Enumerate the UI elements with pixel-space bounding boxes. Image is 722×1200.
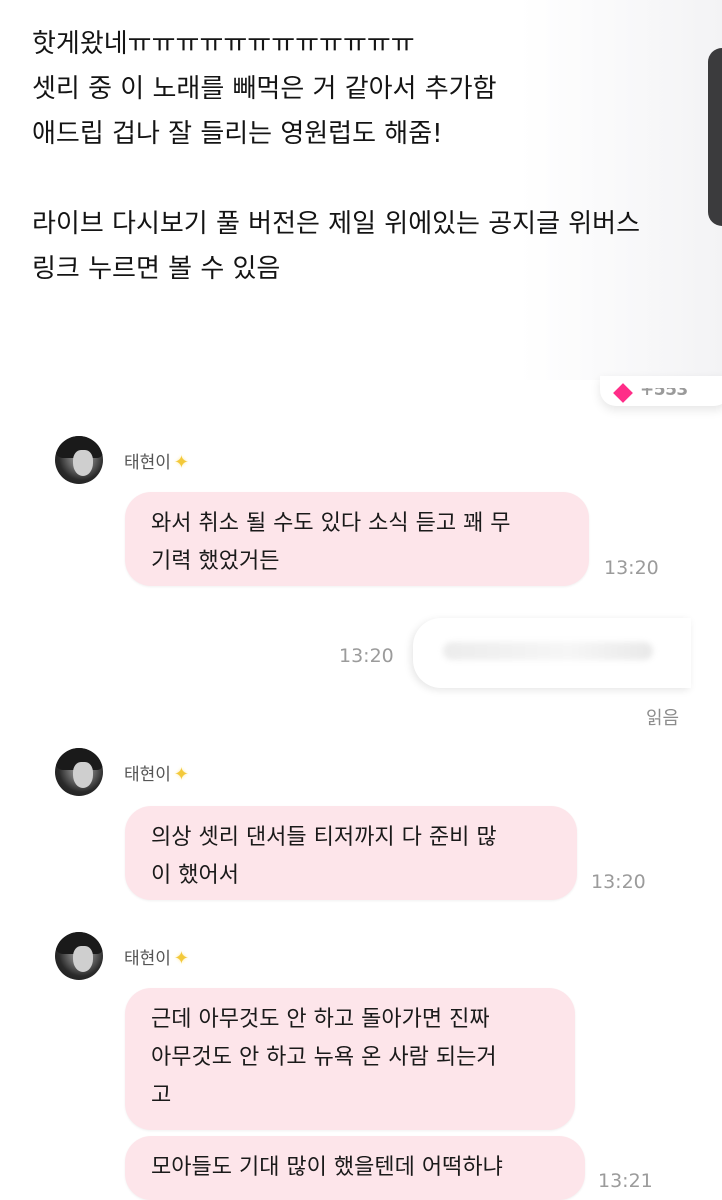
avatar[interactable] [55,748,103,796]
sender-label: 태현이 [124,453,171,473]
message-time: 13:20 [604,557,659,579]
sender-name: 태현이 ✦ [124,448,189,473]
post-line: 링크 누르면 볼 수 있음 [32,254,281,284]
star-icon: ✦ [173,764,190,785]
star-icon: ✦ [173,452,190,473]
avatar-face [73,450,93,476]
star-icon: ✦ [173,948,190,969]
sender-name: 태현이 ✦ [124,760,189,785]
post-line: 라이브 다시보기 풀 버전은 제일 위에있는 공지글 위버스 [32,209,641,239]
my-reply-bubble[interactable] [413,618,691,688]
avatar[interactable] [55,436,103,484]
message-line: 고 [151,1083,172,1108]
message-bubble[interactable]: 모아들도 기대 많이 했을텐데 어떡하냐 [125,1136,585,1200]
sender-name: 태현이 ✦ [124,944,189,969]
message-line: 이 했어서 [151,863,239,888]
reaction-card: +553 [600,376,722,406]
sender-label: 태현이 [124,949,171,969]
message-time: 13:20 [591,871,646,893]
post-line: 핫게왔네ㅠㅠㅠㅠㅠㅠㅠㅠㅠㅠㅠㅠ [32,29,415,59]
message-line: 아무것도 안 하고 뉴욕 온 사람 되는거 [151,1045,497,1070]
redacted-text [443,642,653,660]
screen: 핫게왔네ㅠㅠㅠㅠㅠㅠㅠㅠㅠㅠㅠㅠ 셋리 중 이 노래를 빼먹은 거 같아서 추가… [0,0,722,1200]
message-bubble[interactable]: 근데 아무것도 안 하고 돌아가면 진짜 아무것도 안 하고 뉴욕 온 사람 되… [125,988,575,1130]
message-line: 기력 했었거든 [151,549,280,574]
heart-icon [613,383,633,403]
message-line: 와서 취소 될 수도 있다 소식 듣고 꽤 무 [151,511,511,536]
message-bubble[interactable]: 의상 셋리 댄서들 티저까지 다 준비 많 이 했어서 [125,806,577,900]
avatar[interactable] [55,932,103,980]
reply-time: 13:20 [339,645,394,667]
message-line: 근데 아무것도 안 하고 돌아가면 진짜 [151,1007,490,1032]
message-time: 13:21 [598,1170,653,1192]
message-bubble[interactable]: 와서 취소 될 수도 있다 소식 듣고 꽤 무 기력 했었거든 [125,492,589,586]
post-blank-line [32,157,692,202]
side-panel-handle[interactable] [708,48,722,226]
sender-label: 태현이 [124,765,171,785]
read-receipt: 읽음 [646,708,680,729]
reaction-count: +553 [640,380,688,400]
chat-screenshot: +553 태현이 ✦ 와서 취소 될 수도 있다 소식 듣고 꽤 무 기력 했었거… [0,376,722,1200]
avatar-face [73,946,93,972]
post-body: 핫게왔네ㅠㅠㅠㅠㅠㅠㅠㅠㅠㅠㅠㅠ 셋리 중 이 노래를 빼먹은 거 같아서 추가… [32,22,692,292]
avatar-face [73,762,93,788]
message-line: 의상 셋리 댄서들 티저까지 다 준비 많 [151,825,497,850]
post-line: 애드립 겁나 잘 들리는 영원럽도 해줌! [32,119,443,149]
post-line: 셋리 중 이 노래를 빼먹은 거 같아서 추가함 [32,74,497,104]
post-section: 핫게왔네ㅠㅠㅠㅠㅠㅠㅠㅠㅠㅠㅠㅠ 셋리 중 이 노래를 빼먹은 거 같아서 추가… [0,0,722,380]
message-line: 모아들도 기대 많이 했을텐데 어떡하냐 [151,1155,503,1180]
